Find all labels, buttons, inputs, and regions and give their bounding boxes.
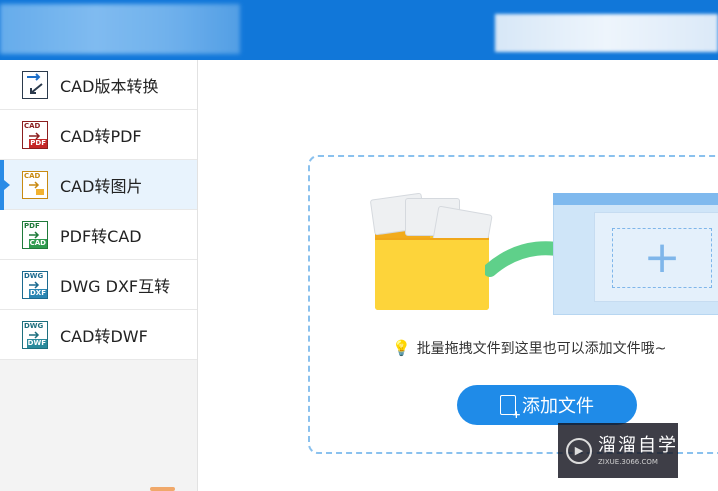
- sidebar-item-cad-to-pdf[interactable]: CAD PDF CAD转PDF: [0, 110, 197, 160]
- sidebar-item-label: CAD转图片: [60, 176, 143, 196]
- sidebar-item-cad-to-dwf[interactable]: DWG DWF CAD转DWF: [0, 310, 197, 360]
- sidebar-item-pdf-to-cad[interactable]: PDF CAD PDF转CAD: [0, 210, 197, 260]
- window-titlebar: [553, 193, 718, 205]
- sidebar-item-dwg-dxf-convert[interactable]: DWG DXF DWG DXF互转: [0, 260, 197, 310]
- drag-hint: 💡 批量拖拽文件到这里也可以添加文件哦~: [392, 338, 666, 358]
- play-icon: ▶: [566, 437, 592, 464]
- blurred-user-area[interactable]: [495, 14, 718, 52]
- cad-to-pdf-icon: CAD PDF: [22, 120, 48, 149]
- cad-to-image-icon: CAD: [22, 170, 48, 199]
- dwg-dxf-convert-icon: DWG DXF: [22, 270, 48, 299]
- sidebar: CAD版本转换 CAD PDF CAD转PDF CAD CAD转图片 PDF C…: [0, 60, 198, 491]
- cad-version-convert-icon: [22, 70, 48, 99]
- watermark-url: ZIXUE.3066.COM: [598, 457, 658, 466]
- pdf-to-cad-icon: PDF CAD: [22, 220, 48, 249]
- plus-placeholder: +: [612, 228, 712, 288]
- sidebar-item-label: CAD版本转换: [60, 76, 159, 96]
- add-file-button[interactable]: 添加文件: [457, 385, 637, 425]
- cad-to-dwf-icon: DWG DWF: [22, 320, 48, 349]
- watermark-text: 溜溜自学 ZIXUE.3066.COM: [598, 435, 678, 467]
- file-add-icon: [500, 395, 521, 420]
- blurred-app-title: [0, 4, 240, 54]
- watermark: ▶ 溜溜自学 ZIXUE.3066.COM: [558, 423, 678, 478]
- sidebar-item-label: PDF转CAD: [60, 226, 142, 246]
- lightbulb-icon: 💡: [392, 339, 411, 357]
- sidebar-item-cad-version-convert[interactable]: CAD版本转换: [0, 60, 197, 110]
- title-bar: [0, 0, 718, 60]
- sidebar-item-label: CAD转DWF: [60, 326, 148, 346]
- drag-hint-text: 批量拖拽文件到这里也可以添加文件哦~: [416, 341, 667, 357]
- watermark-name: 溜溜自学: [598, 434, 678, 456]
- sidebar-item-label: CAD转PDF: [60, 126, 142, 146]
- corner-mark: [150, 487, 175, 491]
- sidebar-item-cad-to-image[interactable]: CAD CAD转图片: [0, 160, 197, 210]
- folder-front: [375, 240, 489, 310]
- add-file-label: 添加文件: [522, 396, 594, 417]
- sidebar-item-label: DWG DXF互转: [60, 276, 171, 296]
- plus-icon: +: [643, 232, 681, 283]
